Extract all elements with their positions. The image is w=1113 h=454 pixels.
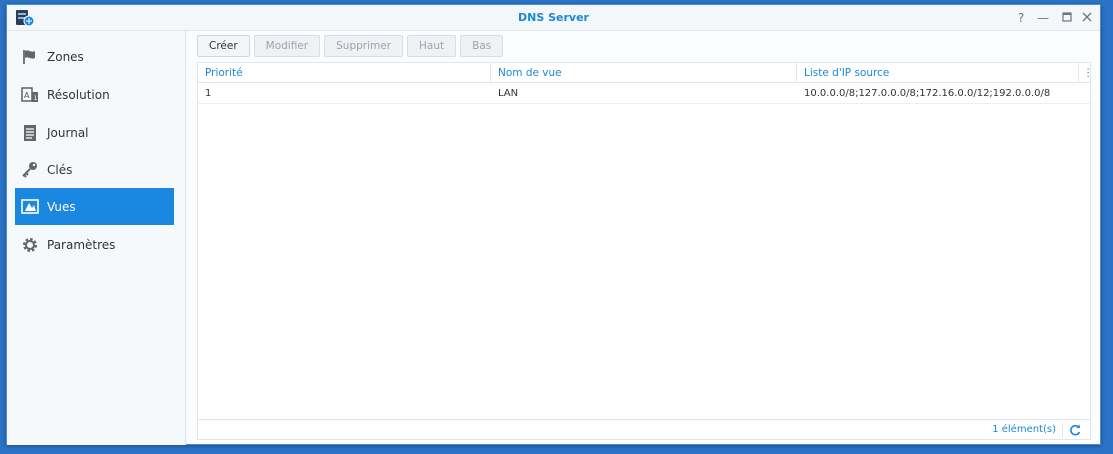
key-icon bbox=[21, 161, 39, 179]
minimize-button[interactable]: — bbox=[1034, 9, 1052, 27]
sidebar-item-resolution[interactable]: A1 Résolution bbox=[15, 76, 174, 113]
delete-button[interactable]: Supprimer bbox=[324, 35, 404, 57]
table-footer: 1 élément(s) bbox=[198, 419, 1090, 439]
help-button[interactable]: ? bbox=[1012, 9, 1030, 27]
cell-view-name: LAN bbox=[498, 88, 519, 99]
column-header-view-name[interactable]: Nom de vue bbox=[491, 63, 797, 83]
svg-text:1: 1 bbox=[34, 95, 38, 102]
maximize-icon bbox=[1062, 12, 1072, 22]
sidebar-item-label: Journal bbox=[47, 125, 89, 140]
toolbar: Créer Modifier Supprimer Haut Bas bbox=[197, 35, 504, 57]
cell-priority: 1 bbox=[205, 88, 212, 99]
sidebar-item-label: Résolution bbox=[47, 87, 110, 102]
views-table: Priorité Nom de vue Liste d'IP source ⋮ … bbox=[197, 62, 1094, 440]
column-header-ip-list[interactable]: Liste d'IP source bbox=[797, 63, 1079, 83]
maximize-button[interactable] bbox=[1058, 9, 1076, 27]
title-bar: DNS Server ? — bbox=[7, 5, 1100, 31]
item-count: 1 élément(s) bbox=[992, 424, 1056, 435]
sidebar-item-label: Vues bbox=[47, 199, 76, 214]
close-button[interactable] bbox=[1078, 9, 1096, 27]
views-icon bbox=[21, 198, 39, 216]
create-button[interactable]: Créer bbox=[197, 35, 250, 57]
resolution-icon: A1 bbox=[21, 86, 39, 104]
move-up-button[interactable]: Haut bbox=[407, 35, 457, 57]
sidebar-item-zones[interactable]: Zones bbox=[15, 38, 174, 75]
log-icon bbox=[21, 124, 39, 142]
sidebar-item-label: Paramètres bbox=[47, 237, 116, 252]
sidebar-item-label: Clés bbox=[47, 162, 73, 177]
table-row[interactable]: 1 LAN 10.0.0.0/8;127.0.0.0/8;172.16.0.0/… bbox=[198, 84, 1090, 104]
dns-server-window: DNS Server ? — Zones A1 Résolution Journ bbox=[6, 4, 1101, 445]
svg-text:A: A bbox=[24, 91, 30, 100]
sidebar: Zones A1 Résolution Journal Clés Vues Pa… bbox=[7, 31, 186, 445]
footer-divider bbox=[1062, 423, 1063, 437]
sidebar-item-settings[interactable]: Paramètres bbox=[15, 226, 174, 263]
column-menu-icon[interactable]: ⋮ bbox=[1079, 63, 1094, 83]
table-header: Priorité Nom de vue Liste d'IP source ⋮ bbox=[198, 63, 1094, 83]
sidebar-item-label: Zones bbox=[47, 49, 84, 64]
main-panel: Créer Modifier Supprimer Haut Bas Priori… bbox=[187, 31, 1100, 444]
flag-icon bbox=[21, 48, 39, 66]
edit-button[interactable]: Modifier bbox=[253, 35, 321, 57]
close-icon bbox=[1082, 12, 1092, 22]
column-header-priority[interactable]: Priorité bbox=[198, 63, 491, 83]
cell-ip-list: 10.0.0.0/8;127.0.0.0/8;172.16.0.0/12;192… bbox=[804, 88, 1051, 99]
sidebar-item-views[interactable]: Vues bbox=[15, 188, 174, 225]
refresh-icon[interactable] bbox=[1068, 423, 1082, 437]
move-down-button[interactable]: Bas bbox=[460, 35, 504, 57]
gear-icon bbox=[21, 236, 39, 254]
sidebar-item-keys[interactable]: Clés bbox=[15, 151, 174, 188]
window-title: DNS Server bbox=[518, 11, 589, 24]
sidebar-item-journal[interactable]: Journal bbox=[15, 114, 174, 151]
